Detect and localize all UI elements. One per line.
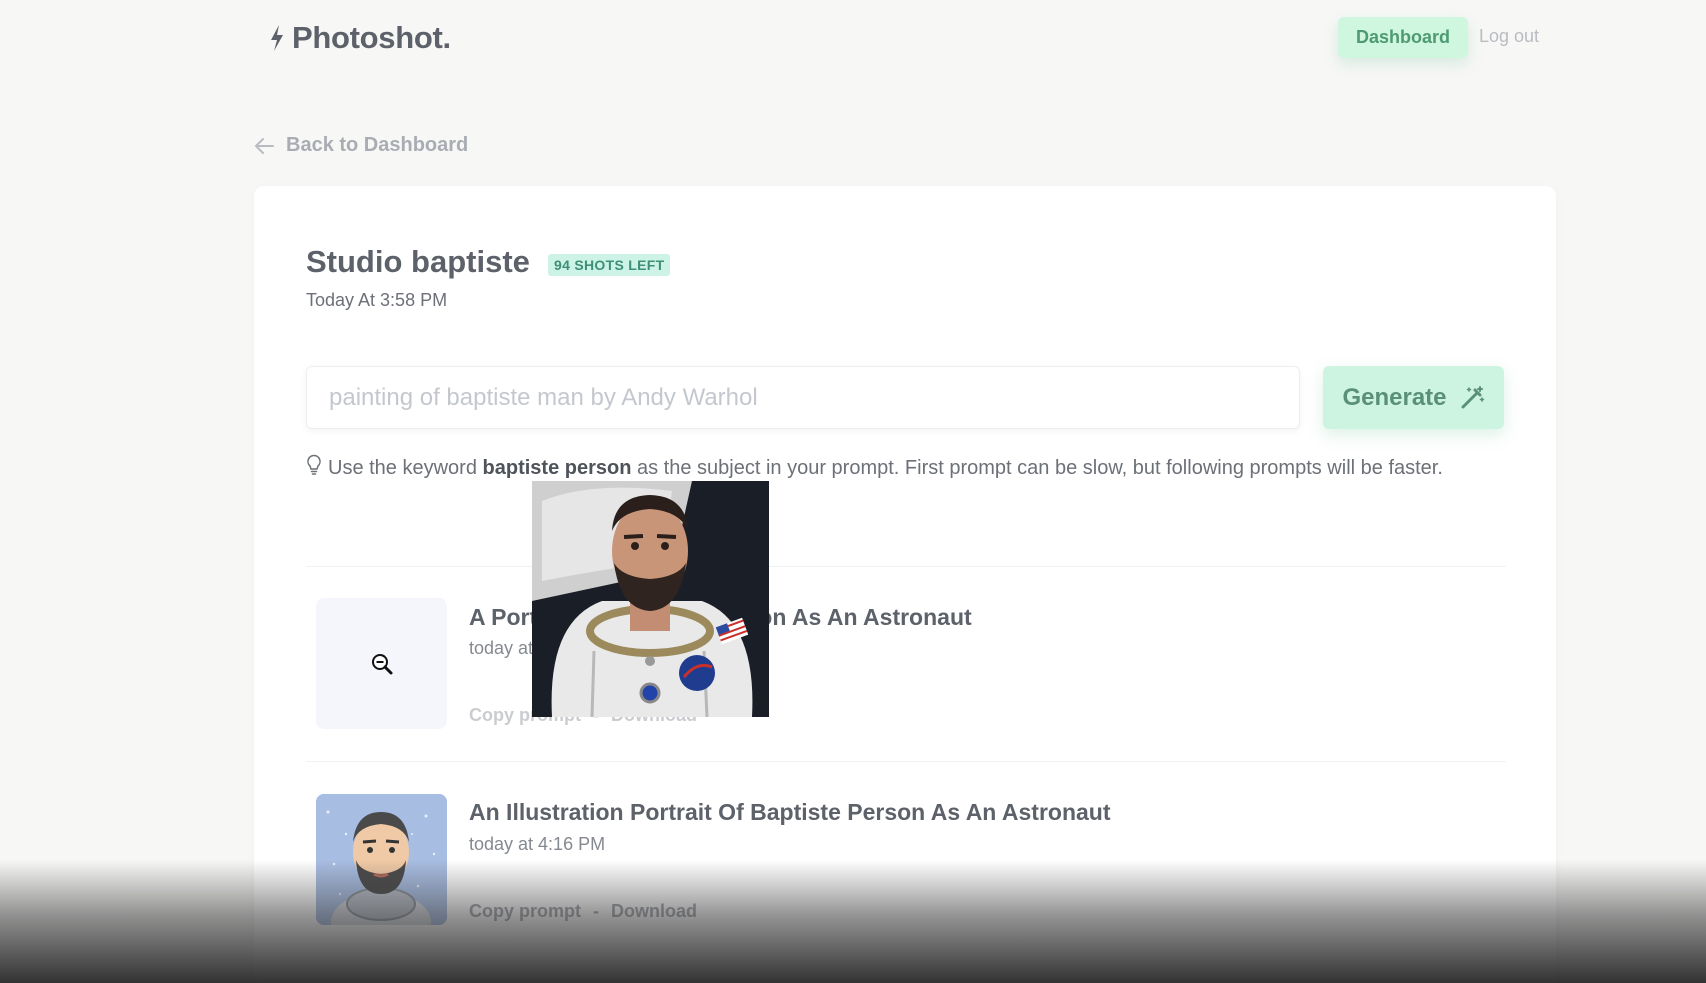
actions-separator: - (593, 901, 599, 921)
arrow-left-icon (255, 137, 274, 154)
shot-thumbnail[interactable] (316, 794, 447, 925)
hint-keyword: baptiste person (482, 457, 632, 479)
top-navbar: Photoshot. Dashboard Log out (0, 0, 1706, 80)
shot-actions: Copy prompt - Download (469, 901, 697, 922)
back-link-label: Back to Dashboard (286, 134, 469, 156)
studio-card (254, 186, 1556, 983)
lightning-icon (271, 25, 283, 51)
shot-time: today at 4:16 PM (469, 834, 606, 854)
copy-prompt-link[interactable]: Copy prompt (469, 901, 581, 922)
shot-title: An Illustration Portrait Of Baptiste Per… (469, 799, 1111, 825)
logout-link[interactable]: Log out (1479, 26, 1539, 47)
shot-preview-image (532, 481, 769, 717)
prompt-hint: Use the keyword baptiste person as the s… (306, 452, 1502, 484)
shot-thumbnail[interactable] (316, 598, 447, 729)
dashboard-button[interactable]: Dashboard (1338, 17, 1468, 58)
shots-left-badge: 94 SHOTS LEFT (548, 254, 671, 276)
generate-button-label: Generate (1342, 383, 1447, 411)
logo-text: Photoshot. (292, 20, 451, 55)
hint-text-post: as the subject in your prompt. First pro… (631, 457, 1443, 479)
download-link[interactable]: Download (611, 901, 697, 922)
astronaut-illustration-image (316, 794, 447, 925)
astronaut-portrait-image (532, 481, 769, 717)
divider (306, 566, 1506, 567)
zoom-out-icon[interactable] (370, 652, 394, 676)
studio-date: Today At 3:58 PM (306, 290, 448, 310)
magic-wand-icon (1461, 385, 1484, 408)
hint-text-pre: Use the keyword (328, 457, 483, 479)
back-to-dashboard-link[interactable]: Back to Dashboard (254, 134, 468, 157)
lightbulb-icon (307, 454, 321, 475)
generate-button[interactable]: Generate (1323, 366, 1504, 429)
prompt-input[interactable] (306, 366, 1300, 429)
logo[interactable]: Photoshot. (268, 20, 451, 56)
page-title: Studio baptiste (306, 244, 530, 279)
divider (306, 761, 1506, 762)
